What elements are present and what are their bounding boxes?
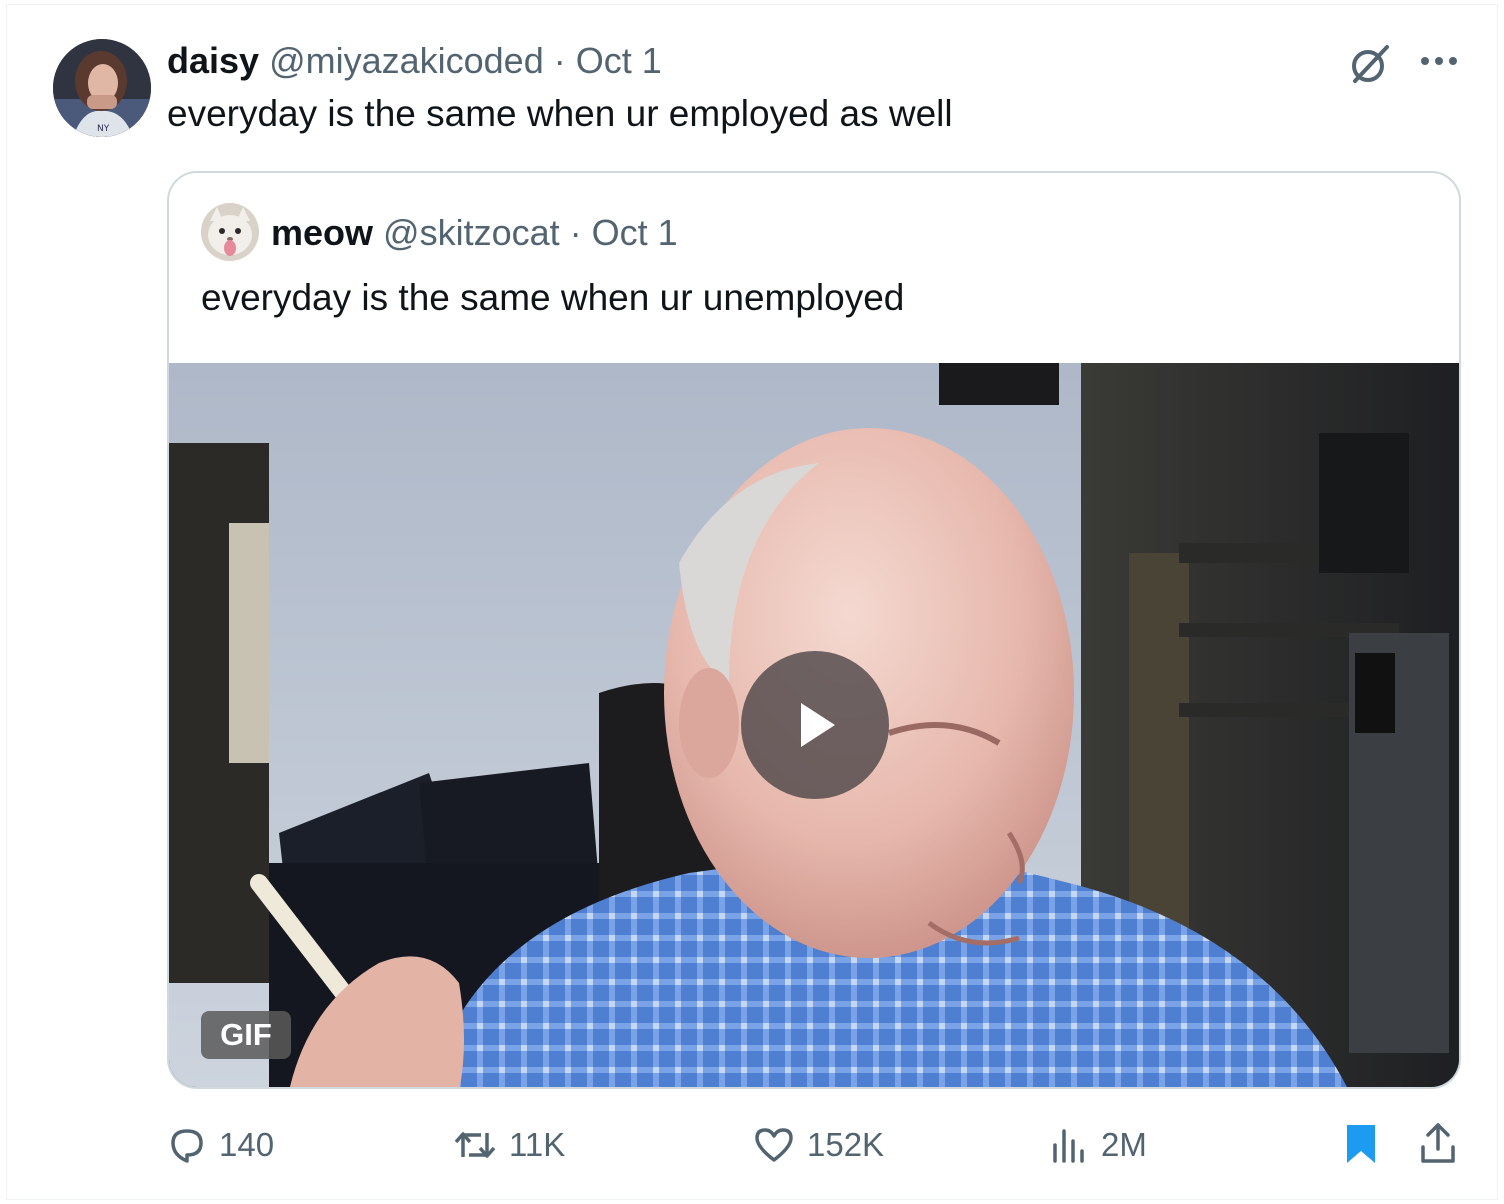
- gif-badge: GIF: [201, 1011, 291, 1059]
- quoted-author-name[interactable]: meow: [271, 212, 373, 254]
- svg-text:NY: NY: [97, 124, 110, 134]
- author-name[interactable]: daisy: [167, 40, 259, 82]
- grok-icon[interactable]: [1347, 41, 1393, 87]
- like-button[interactable]: 152K: [753, 1125, 884, 1165]
- play-button[interactable]: [741, 651, 889, 799]
- heart-icon: [755, 1128, 793, 1162]
- action-bar: 140 11K 152K 2M: [1, 1117, 1504, 1177]
- author-avatar[interactable]: NY: [53, 39, 151, 137]
- tweet-text: everyday is the same when ur employed as…: [167, 93, 953, 134]
- gif-media[interactable]: GIF: [169, 363, 1459, 1087]
- analytics-icon: [1053, 1129, 1084, 1163]
- author-handle[interactable]: @miyazakicoded: [269, 40, 544, 82]
- reply-count: 140: [219, 1126, 275, 1163]
- views-count: 2M: [1101, 1126, 1147, 1163]
- more-icon[interactable]: [1417, 49, 1461, 73]
- separator-dot: ·: [553, 40, 566, 81]
- quoted-tweet-date[interactable]: Oct 1: [592, 212, 678, 254]
- quoted-tweet-text: everyday is the same when ur unemployed: [201, 277, 905, 318]
- retweet-button[interactable]: 11K: [453, 1125, 565, 1165]
- play-icon: [801, 703, 835, 747]
- bookmark-button[interactable]: [1343, 1123, 1379, 1165]
- reply-button[interactable]: 140: [167, 1125, 274, 1165]
- quoted-author-avatar[interactable]: [201, 203, 259, 261]
- quoted-separator-dot: ·: [569, 212, 582, 253]
- tweet-card[interactable]: NY daisy @miyazakicoded · Oct 1 everyday…: [6, 4, 1498, 1200]
- like-count: 152K: [807, 1126, 885, 1163]
- share-button[interactable]: [1419, 1121, 1457, 1165]
- quoted-tweet[interactable]: meow @skitzocat · Oct 1 everyday is the …: [167, 171, 1461, 1089]
- tweet-date[interactable]: Oct 1: [576, 40, 662, 82]
- retweet-count: 11K: [509, 1126, 566, 1163]
- retweet-icon: [454, 1132, 496, 1158]
- share-icon: [1421, 1123, 1455, 1163]
- views-button[interactable]: 2M: [1049, 1125, 1147, 1165]
- quoted-author-handle[interactable]: @skitzocat: [383, 212, 560, 254]
- reply-icon: [171, 1129, 203, 1163]
- bookmark-icon: [1347, 1125, 1375, 1163]
